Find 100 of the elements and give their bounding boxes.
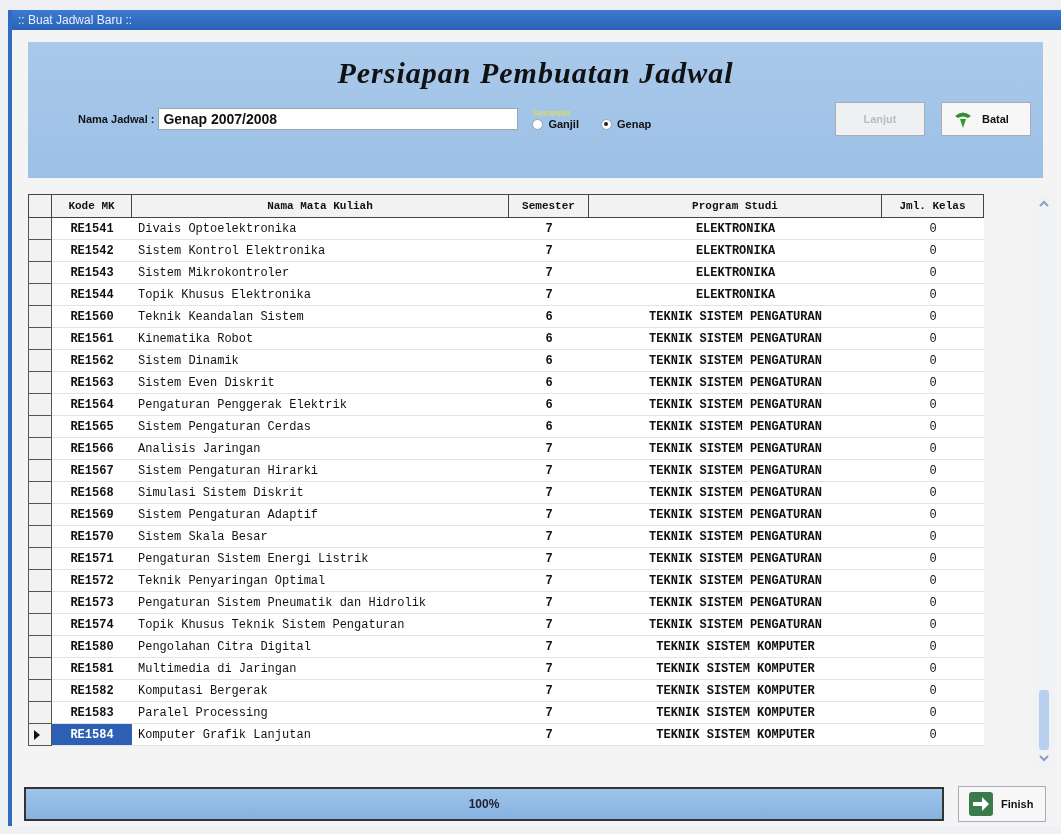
- finish-button[interactable]: Finish: [958, 786, 1046, 822]
- table-cell: Komputer Grafik Lanjutan: [132, 724, 509, 746]
- table-cell: 7: [509, 658, 589, 680]
- table-cell: Sistem Skala Besar: [132, 526, 509, 548]
- table-cell: 0: [882, 548, 984, 570]
- corner-header: [28, 194, 52, 218]
- table-cell: Topik Khusus Elektronika: [132, 284, 509, 306]
- table-cell: Sistem Dinamik: [132, 350, 509, 372]
- table-cell: ELEKTRONIKA: [589, 218, 882, 240]
- row-selector[interactable]: [28, 482, 52, 504]
- row-selector[interactable]: [28, 262, 52, 284]
- row-selector[interactable]: [28, 702, 52, 724]
- row-selector[interactable]: [28, 218, 52, 240]
- name-field[interactable]: Genap 2007/2008: [158, 108, 519, 130]
- table-cell: TEKNIK SISTEM PENGATURAN: [589, 328, 882, 350]
- row-selector[interactable]: [28, 548, 52, 570]
- table-cell: RE1573: [52, 592, 132, 614]
- table-cell: Pengaturan Sistem Energi Listrik: [132, 548, 509, 570]
- row-selector[interactable]: [28, 372, 52, 394]
- table-cell: 7: [509, 482, 589, 504]
- row-selector[interactable]: [28, 614, 52, 636]
- table-cell: Sistem Pengaturan Cerdas: [132, 416, 509, 438]
- column-header[interactable]: Jml. Kelas: [882, 194, 984, 218]
- row-selector[interactable]: [28, 592, 52, 614]
- table-cell: RE1580: [52, 636, 132, 658]
- table-cell: RE1571: [52, 548, 132, 570]
- row-selector[interactable]: [28, 328, 52, 350]
- table-cell: RE1572: [52, 570, 132, 592]
- pointer-icon: [34, 729, 40, 740]
- table-cell: Divais Optoelektronika: [132, 218, 509, 240]
- table-cell: TEKNIK SISTEM KOMPUTER: [589, 636, 882, 658]
- row-selector[interactable]: [28, 526, 52, 548]
- table-cell: 0: [882, 570, 984, 592]
- table-cell: 7: [509, 218, 589, 240]
- table-cell: 6: [509, 416, 589, 438]
- table-cell: RE1560: [52, 306, 132, 328]
- scrollbar[interactable]: [1033, 194, 1055, 768]
- table-cell: Analisis Jaringan: [132, 438, 509, 460]
- table-cell: RE1543: [52, 262, 132, 284]
- table-cell: 0: [882, 218, 984, 240]
- table-cell: 0: [882, 460, 984, 482]
- table-cell: 0: [882, 636, 984, 658]
- table-cell: 0: [882, 702, 984, 724]
- column-header[interactable]: Kode MK: [52, 194, 132, 218]
- row-selector[interactable]: [28, 504, 52, 526]
- table-cell: 0: [882, 592, 984, 614]
- table-cell: RE1564: [52, 394, 132, 416]
- table-cell: 7: [509, 526, 589, 548]
- table-cell: 0: [882, 658, 984, 680]
- window-title: :: Buat Jadwal Baru ::: [12, 10, 1061, 30]
- table-cell: RE1581: [52, 658, 132, 680]
- table-cell: RE1562: [52, 350, 132, 372]
- column-header[interactable]: Semester: [509, 194, 589, 218]
- table-cell: RE1566: [52, 438, 132, 460]
- table-cell: ELEKTRONIKA: [589, 240, 882, 262]
- table-cell: TEKNIK SISTEM KOMPUTER: [589, 702, 882, 724]
- table-cell: Teknik Keandalan Sistem: [132, 306, 509, 328]
- row-selector[interactable]: [28, 350, 52, 372]
- row-selector[interactable]: [28, 438, 52, 460]
- table-cell: Pengolahan Citra Digital: [132, 636, 509, 658]
- table-cell: RE1568: [52, 482, 132, 504]
- table-cell: RE1569: [52, 504, 132, 526]
- row-selector[interactable]: [28, 306, 52, 328]
- row-selector[interactable]: [28, 240, 52, 262]
- table-cell: ELEKTRONIKA: [589, 284, 882, 306]
- table-cell: 0: [882, 284, 984, 306]
- page-heading: Persiapan Pembuatan Jadwal: [337, 56, 734, 90]
- radio-option[interactable]: Genap: [601, 118, 652, 130]
- table-cell: TEKNIK SISTEM PENGATURAN: [589, 548, 882, 570]
- table-cell: 7: [509, 504, 589, 526]
- table-cell: 0: [882, 328, 984, 350]
- row-selector[interactable]: [28, 724, 52, 746]
- column-header[interactable]: Nama Mata Kuliah: [132, 194, 509, 218]
- table-cell: 6: [509, 372, 589, 394]
- table-cell: TEKNIK SISTEM PENGATURAN: [589, 526, 882, 548]
- cancel-button[interactable]: Batal: [941, 102, 1031, 136]
- table-cell: 0: [882, 526, 984, 548]
- table-cell: RE1574: [52, 614, 132, 636]
- row-selector[interactable]: [28, 570, 52, 592]
- table-cell: 7: [509, 702, 589, 724]
- table-cell: 7: [509, 592, 589, 614]
- scroll-thumb[interactable]: [1039, 690, 1049, 750]
- group-label: Semester: [532, 108, 572, 118]
- row-selector[interactable]: [28, 284, 52, 306]
- table-cell: TEKNIK SISTEM KOMPUTER: [589, 680, 882, 702]
- table-cell: 0: [882, 262, 984, 284]
- table-cell: Sistem Even Diskrit: [132, 372, 509, 394]
- row-selector[interactable]: [28, 416, 52, 438]
- radio-option[interactable]: Ganjil: [532, 118, 579, 130]
- row-selector[interactable]: [28, 680, 52, 702]
- column-header[interactable]: Program Studi: [589, 194, 882, 218]
- row-selector[interactable]: [28, 636, 52, 658]
- table-cell: RE1583: [52, 702, 132, 724]
- row-selector[interactable]: [28, 460, 52, 482]
- table-cell: RE1561: [52, 328, 132, 350]
- table-cell: 7: [509, 262, 589, 284]
- table-cell: 7: [509, 240, 589, 262]
- row-selector[interactable]: [28, 658, 52, 680]
- row-selector[interactable]: [28, 394, 52, 416]
- table-cell: Pengaturan Penggerak Elektrik: [132, 394, 509, 416]
